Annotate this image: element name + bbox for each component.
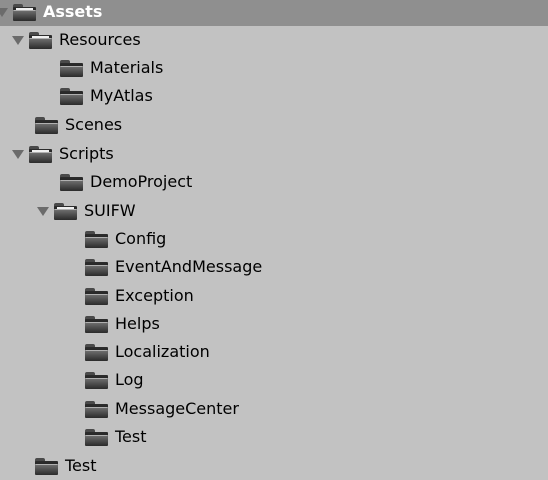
tree-item-label: Test [115, 427, 147, 446]
tree-item-scenes[interactable]: Scenes [0, 111, 548, 139]
tree-item-myatlas[interactable]: MyAtlas [0, 82, 548, 110]
tree-item-resources[interactable]: Resources [0, 26, 548, 54]
tree-item-label: DemoProject [90, 172, 193, 191]
expand-arrow-icon[interactable] [0, 7, 8, 17]
tree-item-test[interactable]: Test [0, 452, 548, 480]
tree-item-label: Assets [43, 2, 103, 21]
tree-item-assets[interactable]: Assets [0, 0, 548, 26]
tree-item-label: Helps [115, 314, 160, 333]
tree-item-label: Config [115, 229, 167, 248]
folder-icon [59, 59, 85, 77]
tree-item-suifw-test[interactable]: Test [0, 423, 548, 451]
tree-item-log[interactable]: Log [0, 366, 548, 394]
tree-item-config[interactable]: Config [0, 225, 548, 253]
folder-icon [84, 258, 110, 276]
tree-item-helps[interactable]: Helps [0, 310, 548, 338]
expand-arrow-icon[interactable] [37, 206, 49, 216]
tree-item-eventandmessage[interactable]: EventAndMessage [0, 253, 548, 281]
tree-item-label: SUIFW [84, 201, 136, 220]
tree-item-localization[interactable]: Localization [0, 338, 548, 366]
tree-item-scripts[interactable]: Scripts [0, 140, 548, 168]
tree-item-materials[interactable]: Materials [0, 54, 548, 82]
expand-arrow-icon[interactable] [12, 149, 24, 159]
tree-item-label: Exception [115, 286, 194, 305]
folder-icon [84, 343, 110, 361]
folder-icon [84, 371, 110, 389]
tree-item-demoproject[interactable]: DemoProject [0, 168, 548, 196]
tree-item-label: MyAtlas [90, 86, 153, 105]
folder-icon [59, 173, 85, 191]
tree-item-label: Scenes [65, 115, 123, 134]
folder-open-icon [12, 3, 38, 21]
folder-open-icon [53, 202, 79, 220]
tree-item-exception[interactable]: Exception [0, 282, 548, 310]
folder-icon [84, 230, 110, 248]
folder-icon [84, 315, 110, 333]
folder-icon [84, 428, 110, 446]
folder-icon [34, 116, 60, 134]
folder-open-icon [28, 145, 54, 163]
tree-item-label: Materials [90, 58, 164, 77]
folder-icon [84, 287, 110, 305]
tree-item-label: Log [115, 370, 144, 389]
folder-open-icon [28, 31, 54, 49]
folder-icon [59, 87, 85, 105]
tree-item-label: Resources [59, 30, 141, 49]
tree-item-messagecenter[interactable]: MessageCenter [0, 395, 548, 423]
tree-item-suifw[interactable]: SUIFW [0, 197, 548, 225]
tree-item-label: Test [65, 456, 97, 475]
tree-item-label: EventAndMessage [115, 257, 263, 276]
folder-icon [34, 457, 60, 475]
tree-item-label: Scripts [59, 144, 114, 163]
expand-arrow-icon[interactable] [12, 35, 24, 45]
tree-item-label: MessageCenter [115, 399, 239, 418]
tree-item-label: Localization [115, 342, 210, 361]
project-tree: Assets Resources Materials MyAtlas Scene… [0, 0, 548, 479]
folder-icon [84, 400, 110, 418]
